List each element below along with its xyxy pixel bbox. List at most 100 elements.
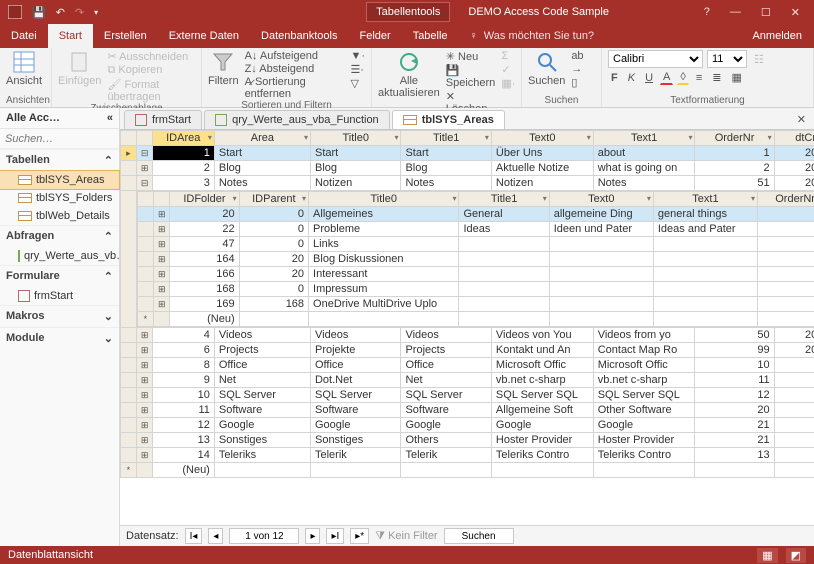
dropdown-icon[interactable]: ▾: [208, 133, 212, 142]
align-center-icon[interactable]: ≣: [709, 70, 724, 85]
close-icon[interactable]: ✕: [787, 4, 804, 21]
qat-undo-icon[interactable]: ↶: [56, 6, 65, 19]
font-color-icon[interactable]: A: [660, 70, 673, 85]
goto-icon[interactable]: →: [571, 63, 583, 75]
nav-sec-modules[interactable]: Module⌄: [0, 327, 119, 349]
filter-selection-icon[interactable]: ▼·: [350, 50, 365, 62]
new-record-button[interactable]: ✳ Neu: [446, 50, 496, 63]
table-row[interactable]: ▸⊟1StartStartStartÜber Unsabout120.03.20…: [121, 146, 814, 161]
table-row[interactable]: ⊞6ProjectsProjekteProjectsKontakt und An…: [121, 343, 814, 358]
minimize-icon[interactable]: —: [726, 4, 745, 20]
replace-icon[interactable]: ab: [571, 50, 583, 62]
qat-save-icon[interactable]: 💾: [32, 6, 46, 19]
filter-button[interactable]: Filtern: [208, 50, 239, 87]
nav-sec-forms[interactable]: Formulare⌃: [0, 265, 119, 287]
nav-item-tblsys-folders[interactable]: tblSYS_Folders: [0, 189, 119, 207]
sign-in-link[interactable]: Anmelden: [752, 24, 814, 48]
nav-title[interactable]: Alle Acc…: [6, 112, 60, 124]
table-row[interactable]: ⊞12GoogleGoogleGoogleGoogleGoogle21: [121, 418, 814, 433]
filter-toggle-icon[interactable]: ▽: [350, 77, 365, 90]
tab-fields[interactable]: Felder: [349, 24, 402, 48]
sub-row[interactable]: ⊞16620Interessant###########: [137, 267, 814, 282]
sub-col-idfolder[interactable]: IDFolder▾: [170, 192, 239, 207]
tab-file[interactable]: Datei: [0, 24, 48, 48]
close-tab-icon[interactable]: ✕: [789, 110, 814, 129]
recnav-search-input[interactable]: [444, 528, 514, 544]
recnav-last-button[interactable]: ▸I: [326, 528, 344, 544]
view-datasheet-icon[interactable]: ▦: [757, 548, 777, 563]
sort-asc-button[interactable]: A↓ Aufsteigend: [245, 50, 345, 62]
col-title0[interactable]: Title0▾: [310, 131, 400, 146]
sub-col-title0[interactable]: Title0▾: [309, 192, 459, 207]
tell-me[interactable]: ♀ Was möchten Sie tun?: [459, 24, 606, 48]
col-text1[interactable]: Text1▾: [593, 131, 695, 146]
nav-item-tblsys-areas[interactable]: tblSYS_Areas: [0, 171, 119, 189]
recnav-first-button[interactable]: I◂: [185, 528, 203, 544]
bold-icon[interactable]: F: [608, 71, 621, 85]
align-left-icon[interactable]: ≡: [693, 71, 705, 85]
sort-desc-button[interactable]: Z↓ Absteigend: [245, 63, 345, 75]
select-icon[interactable]: ▯: [571, 76, 583, 89]
gridlines-icon[interactable]: ▦: [728, 70, 744, 85]
datasheet[interactable]: IDArea▾ Area▾ Title0▾ Title1▾ Text0▾ Tex…: [120, 130, 814, 525]
sub-col-text0[interactable]: Text0▾: [549, 192, 653, 207]
underline-icon[interactable]: U: [642, 71, 656, 85]
dropdown-icon[interactable]: ▾: [768, 133, 772, 142]
nav-sec-tables[interactable]: Tabellen⌃: [0, 149, 119, 171]
dropdown-icon[interactable]: ▾: [304, 133, 308, 142]
dropdown-icon[interactable]: ▾: [587, 133, 591, 142]
dropdown-icon[interactable]: ▾: [394, 133, 398, 142]
qat-customize-icon[interactable]: ▾: [94, 8, 98, 17]
sort-remove-button[interactable]: A̷ Sortierung entfernen: [245, 76, 345, 100]
tab-external[interactable]: Externe Daten: [158, 24, 250, 48]
table-row[interactable]: ⊞8OfficeOfficeOfficeMicrosoft OfficMicro…: [121, 358, 814, 373]
table-row[interactable]: ⊞11SoftwareSoftwareSoftwareAllgemeine So…: [121, 403, 814, 418]
sub-row[interactable]: ⊞220ProblemeIdeasIdeen und PaterIdeas an…: [137, 222, 814, 237]
filter-advanced-icon[interactable]: ☰·: [350, 63, 365, 76]
doc-tab-frmstart[interactable]: frmStart: [124, 110, 202, 129]
sub-col-text1[interactable]: Text1▾: [653, 192, 757, 207]
nav-sec-queries[interactable]: Abfragen⌃: [0, 225, 119, 247]
nav-item-frmstart[interactable]: frmStart: [0, 287, 119, 305]
italic-icon[interactable]: K: [625, 71, 638, 85]
recnav-pos-input[interactable]: [229, 528, 299, 544]
help-icon[interactable]: ?: [700, 4, 714, 20]
dropdown-icon[interactable]: ▾: [485, 133, 489, 142]
nav-item-tblweb-details[interactable]: tblWeb_Details: [0, 207, 119, 225]
refresh-all-button[interactable]: Alle aktualisieren: [378, 50, 440, 99]
sub-new-row[interactable]: *(Neu): [137, 312, 814, 327]
size-select[interactable]: 11: [707, 50, 747, 68]
sub-row[interactable]: ⊞169168OneDrive MultiDrive Uplo#########…: [137, 297, 814, 312]
col-area[interactable]: Area▾: [214, 131, 310, 146]
qat-redo-icon[interactable]: ↷: [75, 6, 84, 19]
recnav-prev-button[interactable]: ◂: [208, 528, 223, 544]
sub-row[interactable]: ⊞470Links###########: [137, 237, 814, 252]
sub-row[interactable]: ⊞16420Blog Diskussionen###########: [137, 252, 814, 267]
view-button[interactable]: Ansicht: [6, 50, 42, 87]
tab-dbtools[interactable]: Datenbanktools: [250, 24, 348, 48]
table-row[interactable]: ⊞4VideosVideosVideosVideos von YouVideos…: [121, 328, 814, 343]
col-title1[interactable]: Title1▾: [401, 131, 491, 146]
sub-row[interactable]: ⊞200AllgemeinesGeneralallgemeine Dinggen…: [137, 207, 814, 222]
nav-collapse-icon[interactable]: «: [107, 112, 113, 124]
sub-col-title1[interactable]: Title1▾: [459, 192, 549, 207]
dropdown-icon[interactable]: ▾: [688, 133, 692, 142]
table-row[interactable]: ⊞10SQL ServerSQL ServerSQL ServerSQL Ser…: [121, 388, 814, 403]
table-row[interactable]: ⊞13SonstigesSonstigesOthersHoster Provid…: [121, 433, 814, 448]
col-idarea[interactable]: IDArea▾: [152, 131, 214, 146]
table-row[interactable]: ⊞9NetDot.NetNetvb.net c-sharpvb.net c-sh…: [121, 373, 814, 388]
tab-home[interactable]: Start: [48, 24, 93, 48]
tab-create[interactable]: Erstellen: [93, 24, 158, 48]
table-row[interactable]: ⊞14TeleriksTelerikTelerikTeleriks Contro…: [121, 448, 814, 463]
col-ordernr[interactable]: OrderNr▾: [695, 131, 774, 146]
col-dtcreated[interactable]: dtCreated▾: [774, 131, 814, 146]
recnav-next-button[interactable]: ▸: [305, 528, 320, 544]
save-record-button[interactable]: 💾 Speichern: [446, 64, 496, 89]
font-select[interactable]: Calibri: [608, 50, 703, 68]
doc-tab-qry[interactable]: qry_Werte_aus_vba_Function: [204, 110, 390, 129]
table-row[interactable]: ⊟3NotesNotizenNotesNotizenNotes5120.03.2…: [121, 176, 814, 191]
view-design-icon[interactable]: ◩: [786, 548, 806, 563]
find-button[interactable]: Suchen: [528, 50, 565, 87]
recnav-new-button[interactable]: ▸*: [350, 528, 369, 544]
bullets-icon[interactable]: ☷: [751, 52, 767, 67]
